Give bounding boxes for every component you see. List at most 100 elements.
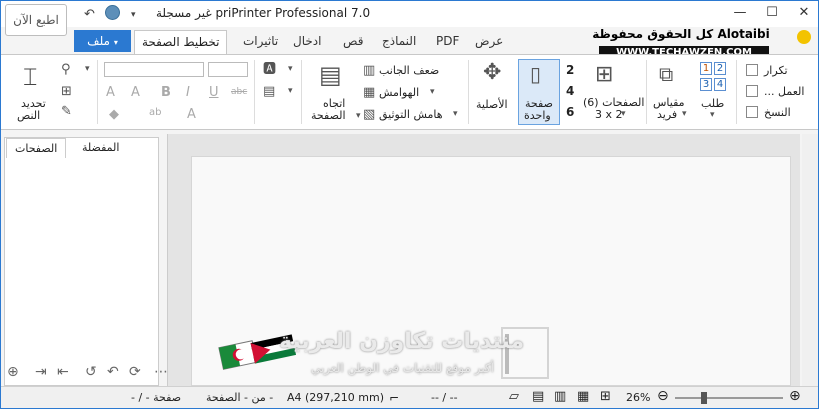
pages-6-label-2: 3 x 2 bbox=[595, 108, 623, 121]
ribbon: ⌶ تحديد النص ⚲ ⊞ ✎ ▾ A A B I U abc ◆ ab … bbox=[1, 54, 818, 130]
order-2: 2 bbox=[714, 62, 726, 75]
font-color-icon[interactable]: A bbox=[187, 108, 196, 121]
close-button[interactable]: ✕ bbox=[789, 1, 818, 25]
grid-pages-icon[interactable]: ⊞ bbox=[595, 64, 613, 86]
copies-label: النسخ bbox=[764, 106, 791, 119]
tab-file[interactable]: ملف ▾ bbox=[74, 30, 131, 52]
app-window: ↶ ▾ غير مسجلة priPrinter Professional 7.… bbox=[0, 0, 819, 409]
tab-view[interactable]: عرض bbox=[475, 34, 503, 48]
maximize-icon: ☐ bbox=[766, 5, 778, 20]
add-page-icon[interactable]: ⊕ bbox=[7, 364, 19, 380]
tab-effects[interactable]: تاثيرات bbox=[243, 34, 278, 48]
undo-icon[interactable]: ↶ bbox=[84, 7, 95, 22]
shrink-font-icon[interactable]: A bbox=[131, 86, 140, 99]
chevron-down-icon: ▾ bbox=[113, 38, 118, 47]
cursor-icon[interactable]: ⌶ bbox=[23, 65, 37, 89]
separator bbox=[646, 60, 647, 124]
view-single-icon[interactable]: ▱ bbox=[509, 389, 519, 404]
bold-icon[interactable]: B bbox=[161, 86, 171, 99]
single-page-label-2: واحدة bbox=[524, 109, 551, 122]
repeat-checkbox[interactable] bbox=[746, 64, 758, 76]
order-label[interactable]: طلب bbox=[701, 97, 724, 110]
orientation-label-2: الصفحة bbox=[311, 109, 346, 122]
window-title: غير مسجلة priPrinter Professional 7.0 bbox=[156, 6, 371, 20]
work-checkbox[interactable] bbox=[746, 85, 758, 97]
scale-icon[interactable]: ⧉ bbox=[659, 64, 673, 84]
chevron-down-icon[interactable]: ▾ bbox=[85, 65, 90, 74]
tab-crop[interactable]: قص bbox=[343, 34, 363, 48]
more-icon[interactable]: ⋯ bbox=[154, 364, 168, 380]
italic-icon[interactable]: I bbox=[186, 86, 190, 99]
stamp-icon[interactable]: ⊞ bbox=[61, 85, 72, 98]
fit-width-label[interactable]: ضعف الجانب bbox=[379, 64, 439, 77]
highlight-icon[interactable]: ◆ bbox=[109, 108, 119, 121]
minimize-button[interactable]: — bbox=[725, 1, 755, 25]
rotate-left-icon[interactable]: ↺ bbox=[85, 364, 97, 380]
text-style-icon[interactable]: 🅰 bbox=[263, 63, 276, 76]
font-family-input[interactable] bbox=[104, 62, 204, 77]
view-grid-icon[interactable]: ⊞ bbox=[600, 389, 611, 404]
maximize-button[interactable]: ☐ bbox=[757, 1, 787, 25]
left-panel bbox=[4, 137, 159, 386]
grow-font-icon[interactable]: A bbox=[106, 86, 115, 99]
binding-margin-icon[interactable]: ▧ bbox=[363, 108, 375, 121]
globe-icon[interactable] bbox=[105, 5, 120, 20]
two-pages-button[interactable]: 2 bbox=[566, 63, 574, 77]
underline-icon[interactable]: U bbox=[209, 86, 219, 99]
copies-checkbox[interactable] bbox=[746, 106, 758, 118]
chevron-down-icon[interactable]: ▾ bbox=[288, 87, 293, 96]
import-icon[interactable]: ⇥ bbox=[35, 364, 47, 380]
chevron-down-icon[interactable]: ▾ bbox=[621, 110, 626, 119]
strikethrough-icon[interactable]: abc bbox=[231, 88, 247, 97]
font-size-input[interactable] bbox=[208, 62, 248, 77]
zoom-slider-handle[interactable] bbox=[701, 392, 707, 404]
chevron-down-icon[interactable]: ▾ bbox=[710, 111, 715, 120]
vertical-scrollbar[interactable] bbox=[802, 134, 818, 386]
page-orientation-icon[interactable]: ▤ bbox=[319, 63, 342, 87]
tab-templates[interactable]: النماذج bbox=[382, 34, 416, 48]
zoom-out-icon[interactable]: ⊖ bbox=[657, 388, 669, 404]
rotate-back-icon[interactable]: ↶ bbox=[107, 364, 119, 380]
status-from-page: من - الصفحة - bbox=[206, 391, 274, 404]
separator bbox=[468, 60, 469, 124]
view-four-pages-icon[interactable]: ▦ bbox=[577, 389, 589, 404]
original-label[interactable]: الأصلية bbox=[476, 98, 508, 111]
work-label: ... العمل bbox=[764, 85, 805, 98]
tab-insert[interactable]: ادخال bbox=[293, 34, 321, 48]
select-text-label-2: النص bbox=[17, 109, 41, 122]
chevron-down-icon[interactable]: ▾ bbox=[453, 110, 458, 119]
zoom-in-icon[interactable]: ⊕ bbox=[789, 388, 801, 404]
six-pages-button[interactable]: 6 bbox=[566, 105, 574, 119]
status-page-of: - / - صفحة bbox=[131, 391, 182, 404]
superscript-icon[interactable]: ab bbox=[149, 108, 161, 118]
original-size-icon[interactable]: ✥ bbox=[483, 62, 501, 84]
binding-margin-label[interactable]: هامش التوثيق bbox=[379, 108, 443, 121]
document-icon[interactable]: ▤ bbox=[263, 85, 275, 98]
four-pages-button[interactable]: 4 bbox=[566, 84, 574, 98]
chevron-down-icon[interactable]: ▾ bbox=[288, 65, 293, 74]
zoom-level: 26% bbox=[626, 391, 651, 404]
chevron-down-icon[interactable]: ▾ bbox=[356, 112, 361, 121]
refresh-icon[interactable]: ⟳ bbox=[129, 364, 141, 380]
tab-favorites[interactable]: المفضلة bbox=[74, 138, 127, 158]
view-document-icon[interactable]: ▤ bbox=[532, 389, 544, 404]
order-3: 3 bbox=[700, 78, 712, 91]
tab-page-layout[interactable]: تخطيط الصفحة bbox=[134, 30, 228, 55]
binoculars-icon[interactable]: ⚲ bbox=[61, 63, 71, 76]
edit-icon[interactable]: ✎ bbox=[61, 105, 72, 118]
title-bar: ↶ ▾ غير مسجلة priPrinter Professional 7.… bbox=[1, 1, 818, 27]
export-icon[interactable]: ⇤ bbox=[57, 364, 69, 380]
chevron-down-icon[interactable]: ▾ bbox=[682, 110, 687, 119]
view-two-pages-icon[interactable]: ▥ bbox=[554, 389, 566, 404]
quick-access-dropdown-icon[interactable]: ▾ bbox=[131, 10, 136, 20]
watermark-title: منتديات تكاوزن العربية bbox=[279, 329, 525, 354]
tab-pages[interactable]: الصفحات bbox=[6, 138, 67, 158]
fit-width-icon[interactable]: ▥ bbox=[363, 64, 375, 77]
separator bbox=[301, 60, 302, 124]
margins-icon[interactable]: ▦ bbox=[363, 86, 375, 99]
chevron-down-icon[interactable]: ▾ bbox=[430, 88, 435, 97]
tab-pdf[interactable]: PDF bbox=[436, 34, 459, 48]
print-now-button[interactable]: اطبع الآن bbox=[5, 4, 67, 36]
margins-label[interactable]: الهوامش bbox=[379, 86, 419, 99]
zoom-slider-track[interactable] bbox=[675, 397, 783, 399]
